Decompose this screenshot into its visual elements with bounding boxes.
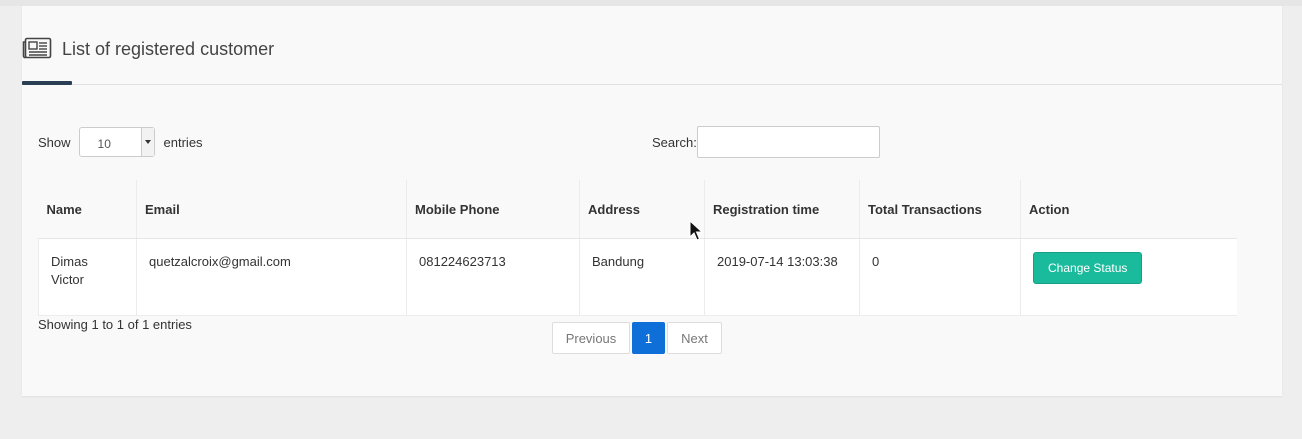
header-accent-bar (22, 81, 72, 85)
cell-email: quetzalcroix@gmail.com (136, 238, 407, 316)
panel-header: List of registered customer (22, 6, 1282, 86)
change-status-button[interactable]: Change Status (1033, 252, 1143, 284)
previous-page-button[interactable]: Previous (552, 322, 630, 354)
table-header-row: Name Email Mobile Phone Address Registra… (38, 180, 1237, 239)
page-1-button[interactable]: 1 (632, 322, 665, 354)
search-label: Search: (652, 134, 697, 150)
column-header-name[interactable]: Name (38, 180, 137, 239)
chevron-down-icon[interactable] (140, 128, 154, 156)
show-label: Show (38, 134, 71, 150)
column-header-mobile-phone[interactable]: Mobile Phone (406, 180, 580, 239)
entries-select[interactable]: 10 (78, 127, 155, 157)
table-row: Dimas Victor quetzalcroix@gmail.com 0812… (38, 238, 1237, 316)
mouse-cursor-icon (689, 220, 703, 241)
search-filter: Search: (652, 126, 880, 158)
customer-table: Name Email Mobile Phone Address Registra… (38, 180, 1237, 316)
length-menu: Show 10 entries (38, 126, 203, 158)
cell-mobile-phone: 081224623713 (406, 238, 580, 316)
column-header-total-transactions[interactable]: Total Transactions (859, 180, 1021, 239)
cell-name: Dimas Victor (38, 238, 137, 316)
column-header-registration-time[interactable]: Registration time (704, 180, 860, 239)
newspaper-icon (22, 37, 52, 59)
column-header-address[interactable]: Address (579, 180, 705, 239)
pagination: Previous 1 Next (552, 322, 722, 354)
page-title: List of registered customer (62, 39, 275, 59)
cell-address: Bandung (579, 238, 705, 316)
next-page-button[interactable]: Next (667, 322, 722, 354)
column-header-action[interactable]: Action (1020, 180, 1237, 239)
header-divider (22, 84, 1282, 85)
entries-label: entries (163, 134, 203, 150)
customer-panel: List of registered customer Show 10 entr… (22, 6, 1282, 396)
cell-action: Change Status (1020, 238, 1237, 316)
search-input[interactable] (696, 126, 880, 158)
cell-total-transactions: 0 (859, 238, 1021, 316)
column-header-email[interactable]: Email (136, 180, 407, 239)
table-wrapper: Show 10 entries Search: Name Email Mobil… (22, 106, 1282, 396)
table-info: Showing 1 to 1 of 1 entries (38, 317, 192, 332)
cell-registration-time: 2019-07-14 13:03:38 (704, 238, 860, 316)
entries-select-value: 10 (97, 137, 111, 151)
